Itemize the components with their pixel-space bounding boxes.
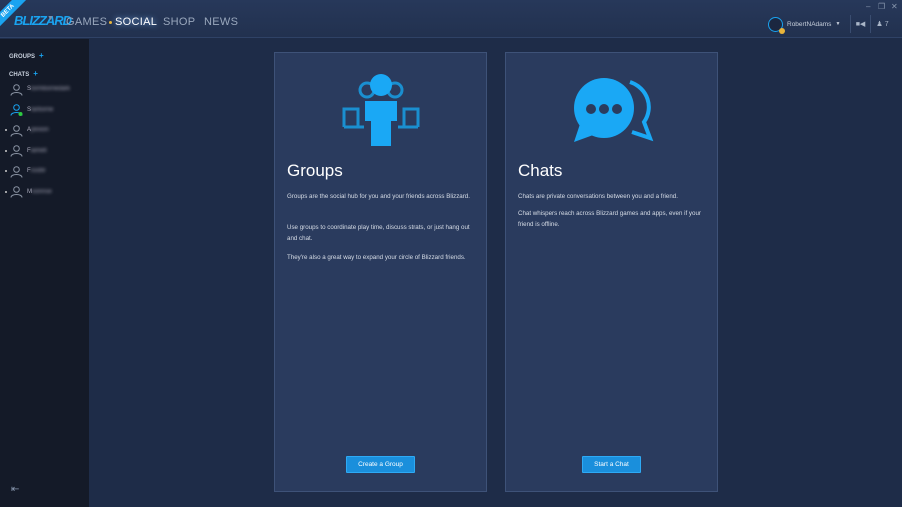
close-icon[interactable]: ✕ [891,2,898,11]
unread-indicator [5,149,7,152]
groups-description-2: Use groups to coordinate play time, disc… [287,224,470,242]
friend-name-blurred: lamelt [30,147,47,154]
create-group-button[interactable]: Create a Group [346,456,415,473]
unread-indicator [5,170,7,172]
add-friend-icon: ♟ [876,21,883,28]
friends-button[interactable]: ♟ 7 [870,15,894,33]
sidebar: GROUPS + CHATS + Stormbornedark Starborne Ap… [0,39,89,507]
away-status-icon [779,27,785,34]
groups-icon [342,74,420,146]
friend-avatar-icon [10,186,23,198]
minimize-icon[interactable]: – [866,2,870,11]
friend-name-blurred: oonrise [32,188,52,195]
chevron-down-icon[interactable]: ▼ [47,15,54,22]
friend-name: Flamelt [27,148,47,154]
groups-description-3: They're also a great way to expand your … [287,254,466,261]
friend-name: Stormbornedark [27,86,70,92]
groups-card: Groups Groups are the social hub for you… [274,52,487,492]
groups-description-1: Groups are the social hub for you and yo… [287,193,470,200]
top-bar: BETA BLIZZARD ▼ GAMES SOCIAL SHOP NEWS –… [0,0,902,38]
collapse-sidebar-icon[interactable]: ⇤ [11,484,19,495]
friend-list-item[interactable]: Apexion [5,121,89,139]
unread-indicator [5,129,7,131]
friends-count: 7 [884,20,889,28]
nav-social[interactable]: SOCIAL [115,16,157,28]
video-button[interactable]: ■◀ [850,15,870,33]
friend-name: Apexion [27,127,49,133]
friend-avatar-icon [10,124,23,137]
friend-list-item[interactable]: Starborne [5,101,89,119]
friend-avatar-icon [10,165,23,178]
nav-games[interactable]: GAMES [66,16,107,28]
groups-header: GROUPS + [9,51,44,60]
friend-name-blurred: tormbornedark [31,86,71,92]
friend-name-blurred: rostfir [30,168,46,174]
username: RobertNAdams [787,20,832,28]
unread-indicator [5,190,7,193]
chats-description-1: Chats are private conversations between … [518,193,678,200]
friend-name: Starborne [27,107,53,113]
maximize-icon[interactable]: ❐ [878,2,885,11]
chevron-down-icon: ▼ [835,21,841,27]
video-camera-icon: ■◀ [855,21,866,28]
friend-avatar-icon [10,83,23,96]
chats-label: CHATS [9,72,30,78]
friend-name-blurred: tarborne [31,106,54,113]
nav-news[interactable]: NEWS [204,16,238,28]
social-notification-dot [109,21,112,24]
groups-label: GROUPS [9,54,36,60]
friend-avatar-icon [10,104,23,116]
friend-list-item[interactable]: Moonrise [5,183,89,201]
friend-list-item[interactable]: Frostfir [5,162,89,180]
groups-title: Groups [287,161,343,180]
chats-header: CHATS + [9,69,38,78]
user-menu[interactable]: RobertNAdams ▼ [768,15,841,34]
friend-list-item[interactable]: Flamelt [5,142,89,160]
chats-title: Chats [518,161,563,180]
friend-name: Frostfir [27,168,46,174]
start-chat-button[interactable]: Start a Chat [582,456,641,473]
add-group-plus-icon[interactable]: + [39,51,44,60]
blizzard-logo[interactable]: BLIZZARD [14,13,72,28]
chats-description-2: Chat whispers reach across Blizzard game… [518,210,701,228]
friend-name: Moonrise [27,189,52,195]
friend-name-blurred: pexion [31,127,49,133]
chat-bubbles-icon [574,78,654,142]
nav-shop[interactable]: SHOP [163,16,195,28]
friend-avatar-icon [10,145,23,157]
chats-card: Chats Chats are private conversations be… [505,52,718,492]
avatar [768,16,785,34]
friend-list-item[interactable]: Stormbornedark [5,80,89,98]
add-chat-plus-icon[interactable]: + [33,69,38,78]
